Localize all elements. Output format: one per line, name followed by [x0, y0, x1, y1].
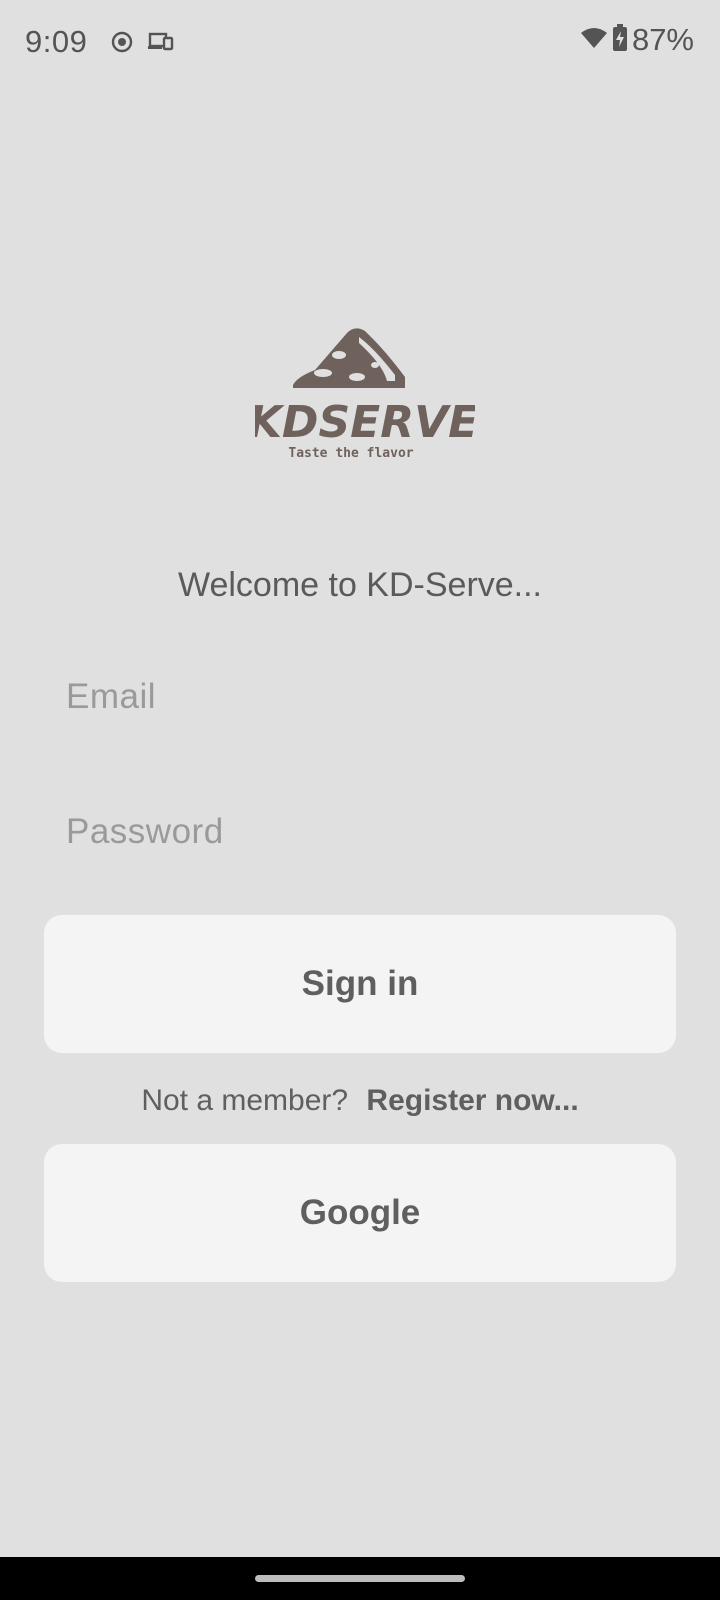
status-right: 87% [580, 22, 694, 58]
record-icon [110, 30, 134, 59]
google-button-label: Google [299, 1193, 421, 1232]
signin-button[interactable]: Sign in [44, 915, 676, 1053]
status-bar: 9:09 87% [0, 0, 720, 88]
cast-icon [148, 30, 174, 59]
welcome-heading: Welcome to KD-Serve... [177, 566, 543, 604]
logo-brand-text: KDSERVE [255, 397, 475, 448]
status-time: 9:09 [25, 24, 88, 59]
home-indicator[interactable] [255, 1575, 465, 1582]
password-field[interactable] [44, 787, 676, 877]
navigation-bar [0, 1557, 720, 1600]
battery-charging-icon [612, 23, 628, 57]
wifi-icon [580, 26, 608, 55]
logo-tagline: Taste the flavor [288, 446, 413, 461]
google-signin-button[interactable]: Google [44, 1144, 676, 1282]
signin-button-label: Sign in [301, 964, 419, 1003]
register-prompt: Not a member? [141, 1084, 349, 1117]
register-link[interactable]: Register now... [366, 1084, 578, 1117]
pizza-slice-icon [293, 328, 405, 388]
email-field[interactable] [44, 652, 676, 742]
battery-level: 87% [631, 22, 694, 57]
register-row: Not a member? Register now... [0, 1084, 720, 1118]
kdserve-logo: KDSERVE Taste the flavor [248, 325, 478, 475]
